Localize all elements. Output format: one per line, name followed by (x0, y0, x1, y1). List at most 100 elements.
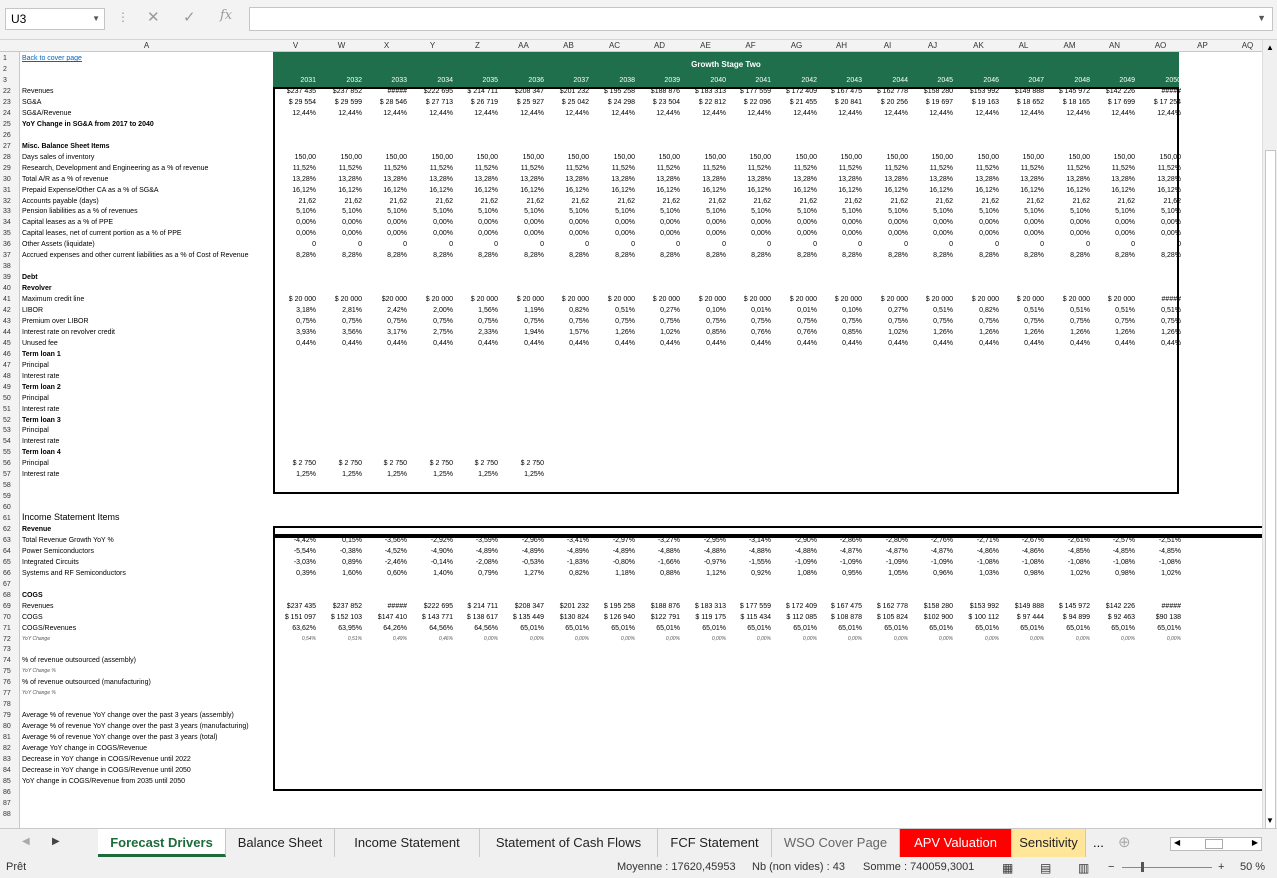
row-header[interactable]: 87 (3, 799, 11, 808)
row-header[interactable]: 67 (3, 580, 11, 589)
column-header[interactable]: Z (455, 41, 500, 50)
chevron-down-icon[interactable]: ▼ (1257, 13, 1266, 23)
tab-wso-cover-page[interactable]: WSO Cover Page (772, 829, 900, 857)
vertical-scrollbar[interactable]: ▲ ▼ (1262, 40, 1277, 830)
row-header[interactable]: 65 (3, 558, 11, 567)
tab-balance-sheet[interactable]: Balance Sheet (226, 829, 335, 857)
row-header[interactable]: 69 (3, 602, 11, 611)
back-to-cover-link[interactable]: Back to cover page (22, 54, 82, 63)
row-header[interactable]: 82 (3, 744, 11, 753)
cancel-icon[interactable]: ✕ (147, 8, 160, 26)
column-header[interactable]: W (319, 41, 364, 50)
scroll-right-icon[interactable]: ▶ (1252, 838, 1258, 847)
row-header[interactable]: 53 (3, 426, 11, 435)
row-header[interactable]: 42 (3, 306, 11, 315)
worksheet-grid[interactable]: Growth Stage Two Back to cover page 2031 2… (20, 52, 1262, 828)
row-header[interactable]: 54 (3, 437, 11, 446)
row-header[interactable]: 68 (3, 591, 11, 600)
column-header[interactable]: AO (1138, 41, 1183, 50)
row-header[interactable]: 73 (3, 645, 11, 654)
zoom-slider[interactable] (1122, 867, 1212, 868)
row-header[interactable]: 81 (3, 733, 11, 742)
row-header[interactable]: 25 (3, 120, 11, 129)
row-header[interactable]: 3 (3, 76, 7, 85)
row-header[interactable]: 35 (3, 229, 11, 238)
row-header[interactable]: 47 (3, 361, 11, 370)
function-icon[interactable]: fx (220, 8, 232, 23)
name-box[interactable]: U3 ▼ (5, 8, 105, 30)
row-header[interactable]: 49 (3, 383, 11, 392)
column-header[interactable]: AA (501, 41, 546, 50)
row-header[interactable]: 51 (3, 405, 11, 414)
tab-sensitivity[interactable]: Sensitivity (1012, 829, 1086, 857)
row-header[interactable]: 48 (3, 372, 11, 381)
column-header[interactable]: AL (1001, 41, 1046, 50)
column-header[interactable]: AC (592, 41, 637, 50)
row-header[interactable]: 26 (3, 131, 11, 140)
row-header[interactable]: 57 (3, 470, 11, 479)
row-header[interactable]: 78 (3, 700, 11, 709)
row-header[interactable]: 55 (3, 448, 11, 457)
row-header[interactable]: 23 (3, 98, 11, 107)
tab-income-statement[interactable]: Income Statement (335, 829, 480, 857)
row-header[interactable]: 80 (3, 722, 11, 731)
row-header[interactable]: 77 (3, 689, 11, 698)
horizontal-scrollbar[interactable]: ◀ ▶ (1170, 837, 1262, 851)
scroll-left-icon[interactable]: ◀ (1174, 838, 1180, 847)
row-header[interactable]: 27 (3, 142, 11, 151)
row-header[interactable]: 61 (3, 514, 11, 523)
zoom-in-icon[interactable]: + (1218, 861, 1224, 873)
page-layout-icon[interactable]: ▤ (1040, 861, 1051, 875)
add-sheet-icon[interactable]: ⊕ (1118, 833, 1131, 851)
row-header[interactable]: 50 (3, 394, 11, 403)
column-header[interactable]: AM (1047, 41, 1092, 50)
row-header[interactable]: 74 (3, 656, 11, 665)
column-header[interactable]: AP (1180, 41, 1225, 50)
column-header[interactable]: AJ (910, 41, 955, 50)
formula-input[interactable]: ▼ (249, 7, 1273, 31)
tab-apv-valuation[interactable]: APV Valuation (900, 829, 1012, 857)
h-scroll-thumb[interactable] (1205, 839, 1223, 849)
tab-more[interactable]: ... (1093, 835, 1104, 850)
row-header[interactable]: 24 (3, 109, 11, 118)
tab-scroll-right-icon[interactable]: ▶ (52, 836, 60, 847)
row-header[interactable]: 83 (3, 755, 11, 764)
row-header[interactable]: 56 (3, 459, 11, 468)
row-header[interactable]: 86 (3, 788, 11, 797)
scroll-thumb[interactable] (1265, 150, 1276, 830)
row-header[interactable]: 33 (3, 207, 11, 216)
row-header[interactable]: 59 (3, 492, 11, 501)
row-header[interactable]: 64 (3, 547, 11, 556)
row-header[interactable]: 84 (3, 766, 11, 775)
row-header[interactable]: 41 (3, 295, 11, 304)
row-header[interactable]: 29 (3, 164, 11, 173)
row-header[interactable]: 71 (3, 624, 11, 633)
column-header[interactable]: AN (1092, 41, 1137, 50)
chevron-down-icon[interactable]: ▼ (92, 9, 100, 29)
row-header[interactable]: 32 (3, 197, 11, 206)
row-header[interactable]: 28 (3, 153, 11, 162)
column-header[interactable]: X (364, 41, 409, 50)
column-header[interactable]: AD (637, 41, 682, 50)
row-header[interactable]: 45 (3, 339, 11, 348)
row-header[interactable]: 66 (3, 569, 11, 578)
column-header[interactable]: Y (410, 41, 455, 50)
zoom-out-icon[interactable]: − (1108, 861, 1114, 873)
row-header[interactable]: 22 (3, 87, 11, 96)
row-header[interactable]: 31 (3, 186, 11, 195)
column-header[interactable]: AE (683, 41, 728, 50)
row-header[interactable]: 60 (3, 503, 11, 512)
row-header[interactable]: 72 (3, 635, 11, 644)
zoom-slider-thumb[interactable] (1141, 862, 1144, 872)
row-header[interactable]: 36 (3, 240, 11, 249)
row-header[interactable]: 34 (3, 218, 11, 227)
row-header[interactable]: 2 (3, 65, 7, 74)
row-header[interactable]: 58 (3, 481, 11, 490)
row-header[interactable]: 62 (3, 525, 11, 534)
row-header[interactable]: 75 (3, 667, 11, 676)
tab-forecast-drivers[interactable]: Forecast Drivers (98, 829, 226, 857)
tab-scroll-left-icon[interactable]: ◀ (22, 836, 30, 847)
page-break-icon[interactable]: ▥ (1078, 861, 1089, 875)
row-header[interactable]: 52 (3, 416, 11, 425)
scroll-down-icon[interactable]: ▼ (1266, 816, 1274, 825)
